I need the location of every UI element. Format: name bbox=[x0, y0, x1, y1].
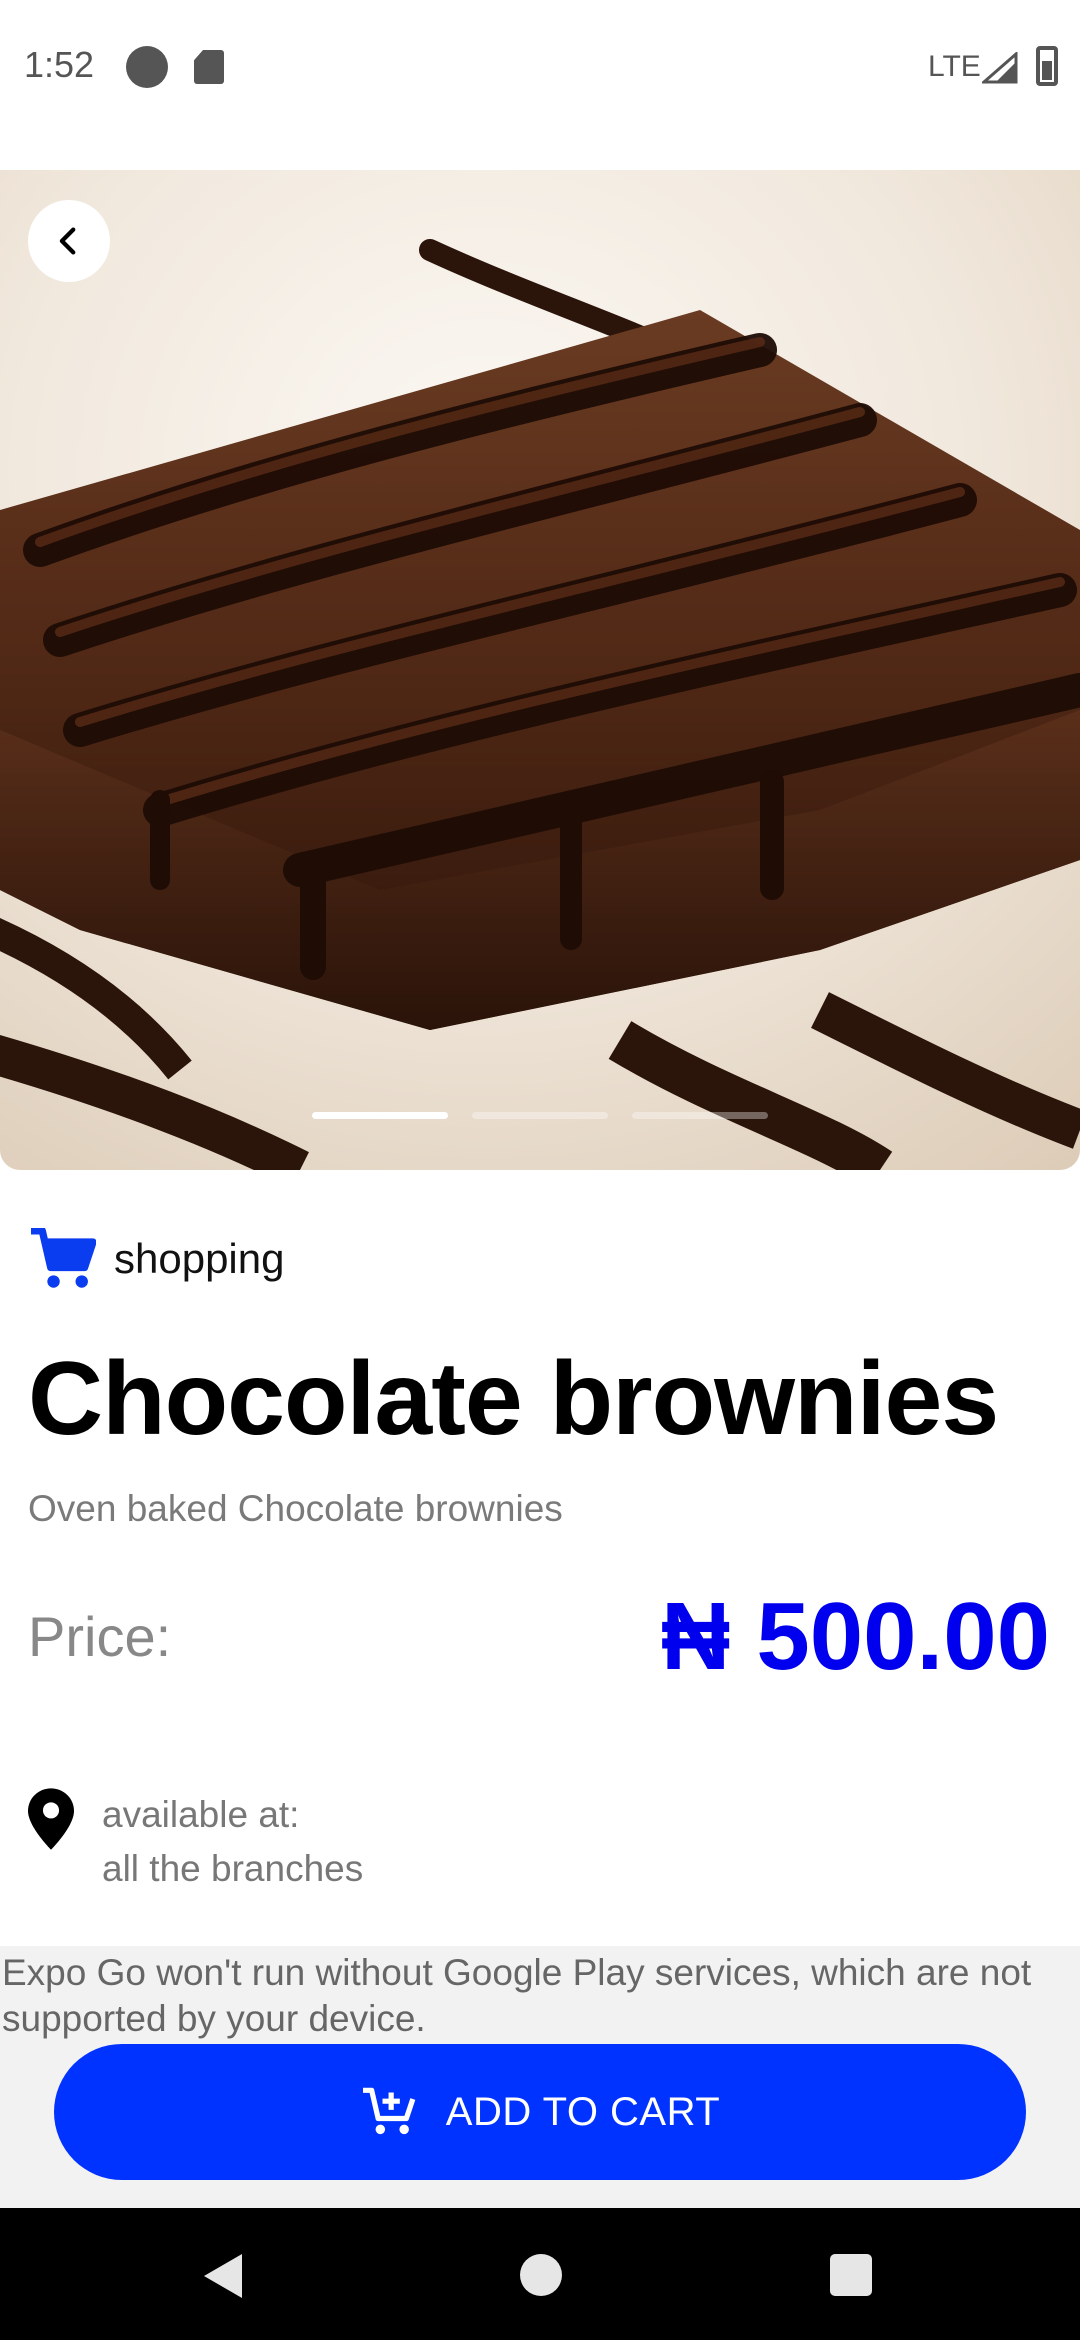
back-button[interactable] bbox=[28, 200, 110, 282]
add-to-cart-button[interactable]: ADD TO CART bbox=[54, 2044, 1026, 2180]
availability-row: available at: all the branches bbox=[28, 1788, 363, 1896]
carousel-indicator bbox=[312, 1112, 772, 1120]
price-label: Price: bbox=[28, 1605, 172, 1668]
product-title: Chocolate brownies bbox=[28, 1341, 999, 1457]
signal-icon bbox=[982, 52, 1018, 84]
play-services-warning: Expo Go won't run without Google Play se… bbox=[2, 1952, 1032, 2039]
status-bar: 1:52 LTE bbox=[0, 0, 1080, 170]
price-value: ₦ 500.00 bbox=[661, 1582, 1050, 1692]
status-time: 1:52 bbox=[24, 44, 95, 85]
availability-value: all the branches bbox=[102, 1848, 364, 1889]
shopping-cart-icon bbox=[31, 1228, 96, 1288]
carousel-dot[interactable] bbox=[632, 1112, 768, 1119]
category-row: shopping bbox=[28, 1228, 284, 1290]
price-amount: 500.00 bbox=[756, 1583, 1050, 1690]
carousel-dot[interactable] bbox=[472, 1112, 608, 1119]
network-type: LTE bbox=[928, 50, 981, 83]
back-arrow-icon bbox=[59, 227, 76, 255]
availability-label: available at: bbox=[102, 1794, 300, 1835]
expo-notification-icon bbox=[126, 46, 168, 88]
category-label: shopping bbox=[114, 1235, 285, 1282]
nav-recents-icon[interactable] bbox=[830, 2254, 872, 2296]
currency-symbol: ₦ bbox=[661, 1583, 731, 1690]
add-to-cart-label: ADD TO CART bbox=[445, 2089, 721, 2134]
nav-back-icon[interactable] bbox=[204, 2254, 242, 2298]
product-image-carousel[interactable] bbox=[0, 170, 1080, 1170]
carousel-dot[interactable] bbox=[312, 1112, 448, 1119]
add-to-cart-icon bbox=[362, 2087, 416, 2135]
location-pin-icon bbox=[28, 1788, 74, 1850]
battery-icon bbox=[1036, 46, 1058, 86]
product-description: Oven baked Chocolate brownies bbox=[28, 1488, 563, 1529]
product-image bbox=[0, 170, 1080, 1170]
sd-card-icon bbox=[194, 50, 224, 84]
nav-home-icon[interactable] bbox=[520, 2254, 562, 2296]
